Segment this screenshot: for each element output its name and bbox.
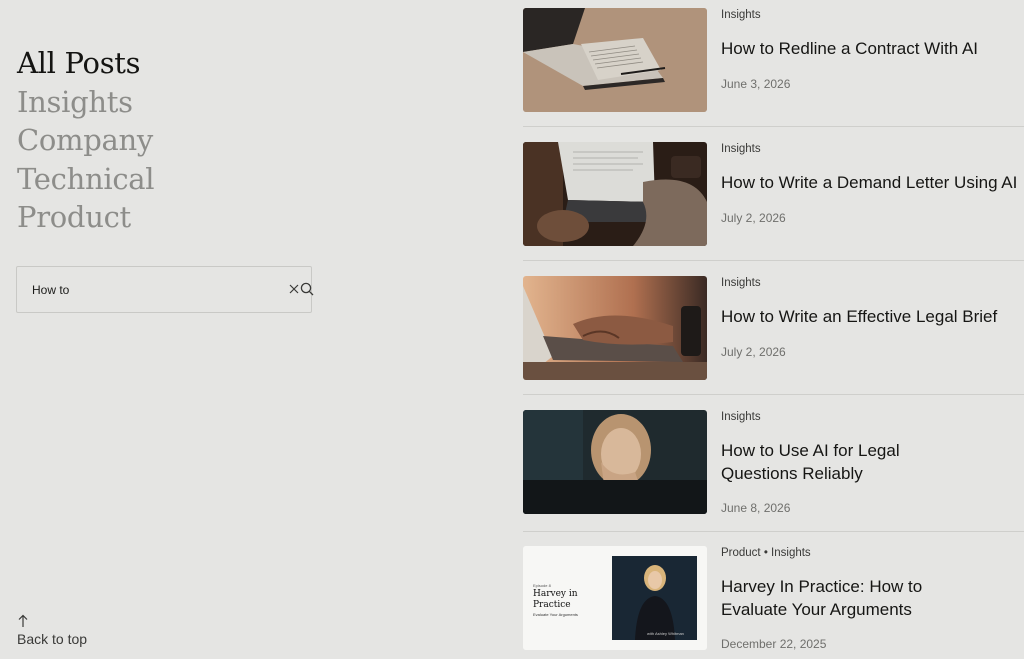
category-nav: All Posts Insights Company Technical Pro… [17,44,155,237]
search-icon[interactable] [300,282,314,296]
divider [523,126,1024,127]
post-title-line-2[interactable]: Evaluate Your Arguments [721,598,912,621]
post-item[interactable]: Episode 8 Harvey in Practice Evaluate Yo… [523,546,1024,659]
post-date: July 2, 2026 [721,345,786,359]
thumb-headline-1: Harvey in [533,589,578,599]
post-title[interactable]: How to Write an Effective Legal Brief [721,305,997,328]
arrow-up-icon [18,614,28,627]
thumb-episode: Episode 8 [533,583,551,588]
woman-screen-image [523,410,707,514]
search-box [16,266,314,313]
post-category: Insights [721,143,761,155]
nav-item-product[interactable]: Product [17,198,154,237]
post-title-line-1[interactable]: How to Use AI for Legal [721,439,900,462]
post-date: December 22, 2025 [721,637,827,651]
post-date: June 3, 2026 [721,77,791,91]
post-thumbnail[interactable] [523,276,707,380]
thumb-subtitle: Evaluate Your Arguments [533,612,578,617]
back-to-top-link[interactable]: Back to top [17,614,87,647]
post-category: Insights [721,277,761,289]
thumb-caption: with Ashley Whitman [647,631,684,636]
post-item[interactable]: Insights How to Use AI for Legal Questio… [523,410,1024,544]
post-category: Insights [721,9,761,21]
post-thumbnail[interactable] [523,410,707,514]
back-to-top-label: Back to top [17,631,88,647]
post-category: Product • Insights [721,547,811,559]
nav-item-company[interactable]: Company [17,121,154,160]
post-thumbnail[interactable]: Episode 8 Harvey in Practice Evaluate Yo… [523,546,707,650]
divider [523,394,1024,395]
post-thumbnail[interactable] [523,8,707,112]
divider [523,531,1024,532]
post-title[interactable]: How to Redline a Contract With AI [721,37,978,60]
post-title-line-1[interactable]: Harvey In Practice: How to [721,575,922,598]
hands-keyboard-image [523,276,707,380]
post-item[interactable]: Insights How to Write an Effective Legal… [523,276,1024,410]
post-thumbnail[interactable] [523,142,707,246]
post-title[interactable]: How to Write a Demand Letter Using AI [721,171,1017,194]
post-category: Insights [721,411,761,423]
nav-item-all-posts[interactable]: All Posts [17,44,154,83]
divider [523,260,1024,261]
post-date: July 2, 2026 [721,211,786,225]
thumb-headline-2: Practice [533,600,571,610]
nav-item-technical[interactable]: Technical [17,160,155,199]
post-item[interactable]: Insights How to Redline a Contract With … [523,8,1024,142]
laptop-image [523,8,707,112]
laptop-typing-image [523,142,707,246]
nav-item-insights[interactable]: Insights [17,83,154,122]
close-icon[interactable] [288,283,300,295]
post-date: June 8, 2026 [721,501,791,515]
post-title-line-2[interactable]: Questions Reliably [721,462,863,485]
search-input[interactable] [32,267,272,312]
post-item[interactable]: Insights How to Write a Demand Letter Us… [523,142,1024,276]
